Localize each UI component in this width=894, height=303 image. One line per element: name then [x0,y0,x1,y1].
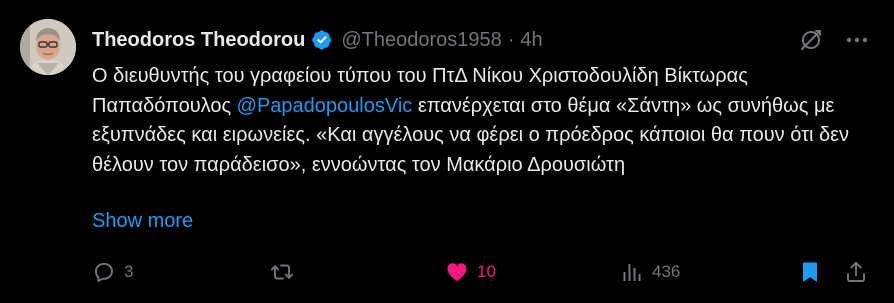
bookmark-icon [803,262,817,282]
views-button[interactable]: 436 [620,258,680,286]
more-options-icon[interactable] [844,27,870,53]
reply-count: 3 [124,262,134,281]
retweet-icon [270,264,294,280]
tweet-text: Ο διευθυντής του γραφείου τύπου του ΠτΔ … [92,62,882,180]
avatar[interactable] [20,19,76,75]
retweet-button[interactable] [270,258,302,286]
heart-icon [447,263,467,281]
timestamp[interactable]: 4h [520,29,542,52]
mention-link[interactable]: @PapadopoulosVic [237,95,413,117]
views-count: 436 [652,262,681,281]
share-icon [847,261,865,282]
verified-badge-icon [312,30,332,50]
reply-button[interactable]: 3 [92,258,133,286]
separator-dot: · [507,28,515,51]
author-handle[interactable]: @Theodoros1958 [341,29,501,52]
share-button[interactable] [844,258,868,286]
reply-icon [95,262,113,282]
bookmark-button[interactable] [798,258,822,286]
profile-photo-icon [20,19,76,75]
like-count: 10 [477,262,496,281]
author-name[interactable]: Theodoros Theodorou [92,29,305,52]
like-button[interactable]: 10 [445,258,496,286]
views-chart-icon [623,264,641,281]
tweet[interactable]: Theodoros Theodorou @Theodoros1958 · 4h … [0,0,894,303]
grok-icon[interactable] [798,27,824,53]
tweet-top-actions [798,27,870,53]
tweet-actions-bar: 3 10 436 [92,258,872,286]
tweet-header: Theodoros Theodorou @Theodoros1958 · 4h [92,26,543,54]
show-more-link[interactable]: Show more [92,210,193,233]
